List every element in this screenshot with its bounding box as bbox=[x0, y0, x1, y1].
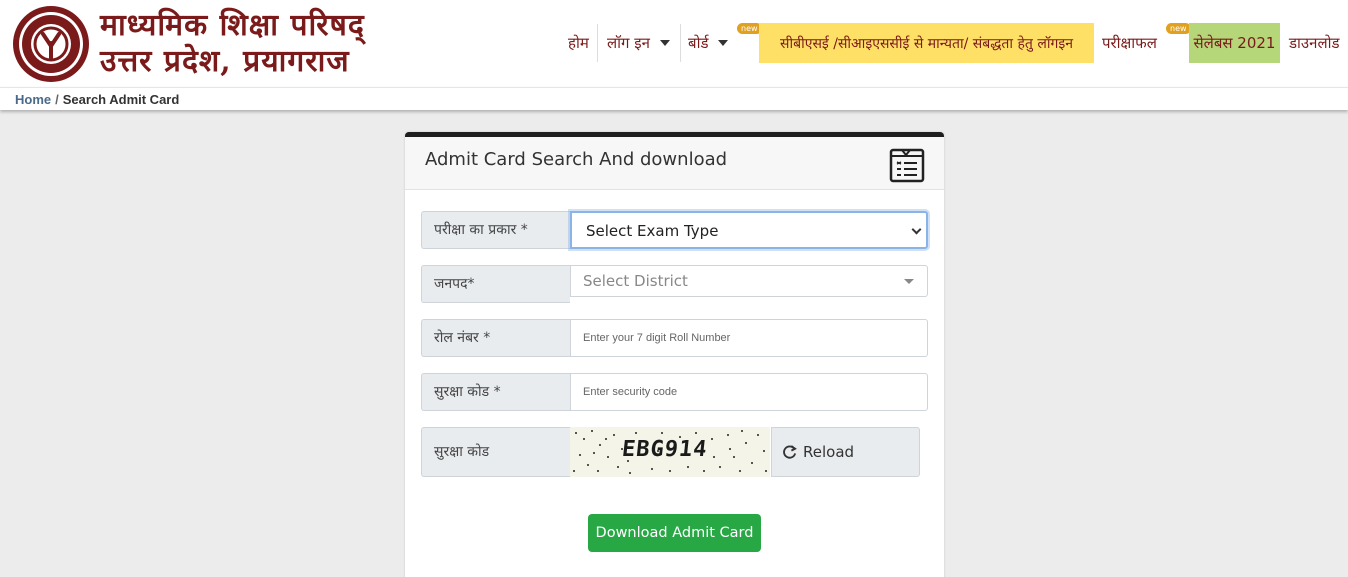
nav-divider bbox=[597, 24, 598, 62]
captcha-label: सुरक्षा कोड bbox=[421, 427, 570, 477]
board-emblem-icon bbox=[13, 6, 89, 82]
nav-login-label: लॉग इन bbox=[607, 34, 650, 52]
breadcrumb: Home / Search Admit Card bbox=[15, 92, 179, 107]
org-name-line2: उत्तर प्रदेश, प्रयागराज bbox=[100, 44, 350, 79]
nav-board-dropdown[interactable]: बोर्ड bbox=[688, 23, 729, 63]
nav-download[interactable]: डाउनलोड bbox=[1289, 23, 1340, 63]
security-code-label: सुरक्षा कोड * bbox=[421, 373, 570, 411]
refresh-icon bbox=[783, 444, 797, 459]
site-header: माध्यमिक शिक्षा परिषद् उत्तर प्रदेश, प्र… bbox=[0, 0, 1348, 87]
new-badge: new bbox=[1166, 23, 1191, 34]
new-badge: new bbox=[737, 23, 762, 34]
security-code-input[interactable]: Enter security code bbox=[570, 373, 928, 411]
roll-number-label: रोल नंबर * bbox=[421, 319, 570, 357]
captcha-row: सुरक्षा कोड EBG914 Reload bbox=[421, 427, 928, 477]
caret-down-icon bbox=[904, 279, 914, 284]
nav-home[interactable]: होम bbox=[568, 23, 589, 63]
caret-down-icon bbox=[659, 40, 670, 46]
chevron-down-icon bbox=[911, 224, 922, 235]
panel-title: Admit Card Search And download bbox=[425, 149, 728, 170]
exam-type-value: Select Exam Type bbox=[586, 222, 719, 240]
organization-name: माध्यमिक शिक्षा परिषद् उत्तर प्रदेश, प्र… bbox=[100, 8, 365, 80]
reload-captcha-button[interactable]: Reload bbox=[771, 427, 920, 477]
org-name-line1: माध्यमिक शिक्षा परिषद् bbox=[100, 8, 365, 43]
breadcrumb-separator: / bbox=[55, 92, 59, 107]
district-placeholder: Select District bbox=[583, 272, 688, 290]
download-admit-card-button[interactable]: Download Admit Card bbox=[588, 514, 761, 552]
captcha-image: EBG914 bbox=[570, 427, 770, 477]
roll-number-row: रोल नंबर * Enter your 7 digit Roll Numbe… bbox=[421, 319, 928, 357]
breadcrumb-current: Search Admit Card bbox=[62, 92, 180, 107]
exam-type-select[interactable]: Select Exam Type bbox=[570, 211, 928, 249]
captcha-text: EBG914 bbox=[620, 437, 709, 462]
exam-type-row: परीक्षा का प्रकार * Select Exam Type bbox=[421, 211, 928, 249]
document-list-icon bbox=[889, 148, 925, 183]
nav-syllabus[interactable]: सेलेबस 2021 bbox=[1189, 23, 1280, 63]
nav-board-label: बोर्ड bbox=[688, 34, 709, 52]
breadcrumb-home[interactable]: Home bbox=[15, 92, 51, 107]
security-code-row: सुरक्षा कोड * Enter security code bbox=[421, 373, 928, 411]
exam-type-label: परीक्षा का प्रकार * bbox=[421, 211, 570, 249]
nav-result[interactable]: परीक्षाफल bbox=[1102, 23, 1157, 63]
board-logo[interactable] bbox=[10, 4, 92, 84]
district-row: जनपद* Select District bbox=[421, 265, 928, 303]
reload-label: Reload bbox=[803, 443, 855, 461]
nav-divider bbox=[680, 24, 681, 62]
roll-number-input[interactable]: Enter your 7 digit Roll Number bbox=[570, 319, 928, 357]
breadcrumb-bar: Home / Search Admit Card bbox=[0, 87, 1348, 110]
district-label: जनपद* bbox=[421, 265, 570, 303]
caret-down-icon bbox=[718, 40, 729, 46]
admit-card-search-panel: Admit Card Search And download परीक्षा क… bbox=[405, 132, 944, 577]
district-select[interactable]: Select District bbox=[570, 265, 928, 297]
nav-login-dropdown[interactable]: लॉग इन bbox=[607, 23, 670, 63]
nav-recognition-login[interactable]: सीबीएसई /सीआइएससीई से मान्यता/ संबद्धता … bbox=[759, 23, 1094, 63]
panel-header: Admit Card Search And download bbox=[405, 137, 944, 190]
